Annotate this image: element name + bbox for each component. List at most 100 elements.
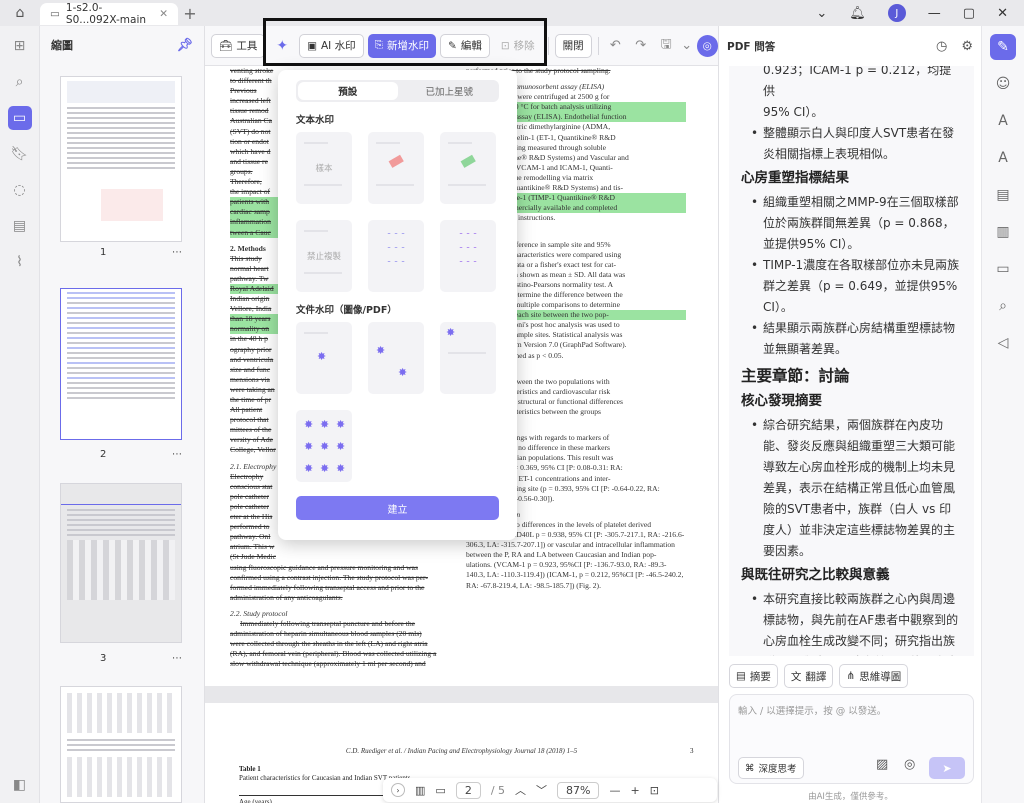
page-thumbnail-4[interactable] [60, 686, 182, 803]
watermark-template-tiled-blue[interactable]: ⁃ ⁃ ⁃ ⁃ ⁃ ⁃ ⁃ ⁃ ⁃ [368, 220, 424, 292]
bell-icon[interactable]: 🔔︎ [849, 6, 866, 21]
screenshot-icon[interactable]: ◎ [904, 757, 915, 772]
translate-button[interactable]: 文翻譯 [783, 664, 834, 688]
image-watermark-center[interactable]: ✸ [296, 322, 352, 394]
image-watermark-corners[interactable]: ✸ ✸ [368, 322, 424, 394]
response-bullet: 綜合研究結果，兩個族群在內皮功能、發炎反應與組織重塑三大類可能導致左心房血栓形成… [751, 415, 962, 562]
ai-chat-icon[interactable]: ✎ [990, 34, 1016, 60]
history-icon[interactable]: ◷ [936, 39, 947, 54]
emoji-icon[interactable]: ☺ [990, 71, 1016, 97]
avatar[interactable]: J [887, 4, 906, 22]
chat-input[interactable]: 輸入 / 以選擇提示，按 @ 以發送。 ⌘ 深度思考 ▨ ◎ ➤ [729, 694, 974, 784]
page-thumbnail-2[interactable] [60, 288, 182, 440]
ai-assistant-icon[interactable]: ◎ [696, 34, 718, 57]
watermark-template-tiled-purple[interactable]: ⁃ ⁃ ⁃ ⁃ ⁃ ⁃ ⁃ ⁃ ⁃ [440, 220, 496, 292]
watermark-template-no-copy[interactable]: 禁止複製 [296, 220, 352, 292]
undo-icon[interactable]: ↶ [605, 38, 626, 53]
translate-icon[interactable]: A [990, 108, 1016, 134]
book-icon[interactable]: ▥ [990, 219, 1016, 245]
image-watermark-tiled[interactable]: ✸ ✸ ✸ ✸ ✸ ✸ ✸ ✸ ✸ [296, 410, 352, 482]
page-thumbnail-1[interactable] [60, 76, 182, 242]
ai-watermark-icon: ▣ [307, 39, 317, 52]
next-page-icon[interactable]: ﹀ [536, 782, 547, 798]
more-icon[interactable]: ⋯ [172, 449, 182, 460]
zoom-in-icon[interactable]: + [630, 784, 639, 797]
paperclip-icon[interactable]: ⌇ [8, 250, 32, 274]
reading-mode-icon[interactable]: ▥ [415, 784, 425, 797]
layers-icon[interactable]: ◧ [8, 773, 32, 797]
new-tab-button[interactable]: + [178, 4, 202, 23]
add-watermark-button[interactable]: ⎘ 新增水印 [367, 33, 437, 58]
watermark-template-sample[interactable]: 樣本 [296, 132, 352, 204]
summary-icon: ▤ [736, 670, 746, 682]
remove-icon: ⊡ [500, 39, 510, 52]
search-document-icon[interactable]: ⌕ [990, 293, 1016, 319]
mindmap-button[interactable]: ⋔ 思維導圖 [839, 664, 909, 688]
chevron-down-icon[interactable]: ⌄ [816, 6, 827, 21]
response-line: 0.923；ICAM-1 p = 0.212，均提供 [763, 66, 952, 98]
deep-think-button[interactable]: ⌘ 深度思考 [738, 757, 804, 779]
doc-text-line: atrium. This w [230, 542, 275, 552]
page-thumbnail-3[interactable] [60, 483, 182, 643]
watermark-tabs: 預設 已加上星號 [296, 80, 499, 102]
search-icon[interactable]: ⌕ [8, 70, 32, 94]
summary-label: 摘要 [749, 670, 771, 683]
tab-preset[interactable]: 預設 [298, 82, 398, 100]
response-bullet: 整體顯示白人與印度人SVT患者在發炎相關指標上表現相似。 [751, 123, 962, 165]
more-icon[interactable]: ⋯ [172, 247, 182, 258]
tool-label: 工具 [236, 40, 258, 52]
close-watermark-button[interactable]: 關閉 [554, 33, 592, 58]
zoom-out-icon[interactable]: — [609, 784, 620, 797]
folder-icon[interactable]: ▭ [990, 256, 1016, 282]
redo-icon[interactable]: ↷ [630, 38, 651, 53]
tool-button[interactable]: 🧰︎ 工具 [211, 33, 266, 58]
chevron-right-icon[interactable]: › [391, 783, 405, 797]
sparkle-icon[interactable]: ✦ [269, 34, 295, 58]
more-icon[interactable]: ⋯ [172, 653, 182, 664]
edit-label: 編輯 [460, 40, 482, 52]
remove-watermark-button[interactable]: ⊡ 移除 [494, 34, 542, 58]
watermark-template-red[interactable]: ▆▆ [368, 132, 424, 204]
ocr-icon[interactable]: A [990, 145, 1016, 171]
fit-page-icon[interactable]: ⊡ [650, 784, 659, 797]
image-watermark-top-right[interactable]: ✸ [440, 322, 496, 394]
home-icon[interactable]: ⌂ [0, 0, 40, 26]
presentation-icon[interactable]: ▭ [435, 784, 445, 797]
remove-label: 移除 [513, 40, 535, 52]
close-label: 關閉 [562, 40, 584, 52]
chat-response: 0.923；ICAM-1 p = 0.212，均提供 95% CI）。 整體顯示… [729, 66, 974, 656]
doc-text-line: confirmed using a contrast injection. Th… [230, 572, 428, 582]
settings-sliders-icon[interactable]: ⚙︎ [961, 39, 973, 54]
tab-starred[interactable]: 已加上星號 [400, 80, 500, 102]
page-total: / 5 [490, 783, 506, 797]
close-tab-icon[interactable]: ✕ [159, 8, 168, 20]
form-icon[interactable]: ▤ [990, 182, 1016, 208]
edit-watermark-button[interactable]: ✎ 編輯 [440, 33, 490, 58]
image-upload-icon[interactable]: ▨ [876, 757, 888, 772]
grid-icon[interactable]: ⊞ [8, 34, 32, 58]
close-window-icon[interactable]: ✕ [997, 6, 1008, 21]
comment-icon[interactable]: ◌ [8, 178, 32, 202]
save-icon[interactable]: 🖫︎ [655, 35, 676, 57]
page-icon[interactable]: ▭ [7, 106, 32, 130]
chevron-down-icon[interactable]: ⌄ [681, 38, 693, 53]
maximize-icon[interactable]: ▢ [963, 6, 975, 21]
watermark-template-green[interactable]: ▆▆ [440, 132, 496, 204]
previous-page-icon[interactable]: ︿ [515, 782, 526, 798]
pin-icon[interactable]: 📌︎ [176, 38, 193, 53]
running-header: C.D. Ruediger et al. / Indian Pacing and… [345, 747, 578, 755]
bookmark-icon[interactable]: 🔖︎ [8, 142, 32, 166]
summary-button[interactable]: ▤ 摘要 [729, 664, 778, 688]
document-tab[interactable]: ▭ 1-s2.0-S0...092X-main ✕ [40, 2, 178, 26]
send-button[interactable]: ➤ [929, 757, 965, 779]
deep-think-label: 深度思考 [758, 764, 797, 775]
doc-text-line: (St Jude Medic [230, 552, 276, 562]
attachment-list-icon[interactable]: ▤ [8, 214, 32, 238]
ai-watermark-button[interactable]: ▣ AI 水印 [299, 33, 364, 58]
create-watermark-button[interactable]: 建立 [296, 496, 499, 520]
translate-icon: 文 [790, 670, 802, 683]
megaphone-icon[interactable]: ◁ [990, 330, 1016, 356]
zoom-level[interactable]: 87% [557, 781, 600, 799]
page-number-input[interactable]: 2 [455, 781, 481, 799]
minimize-icon[interactable]: — [928, 6, 941, 21]
